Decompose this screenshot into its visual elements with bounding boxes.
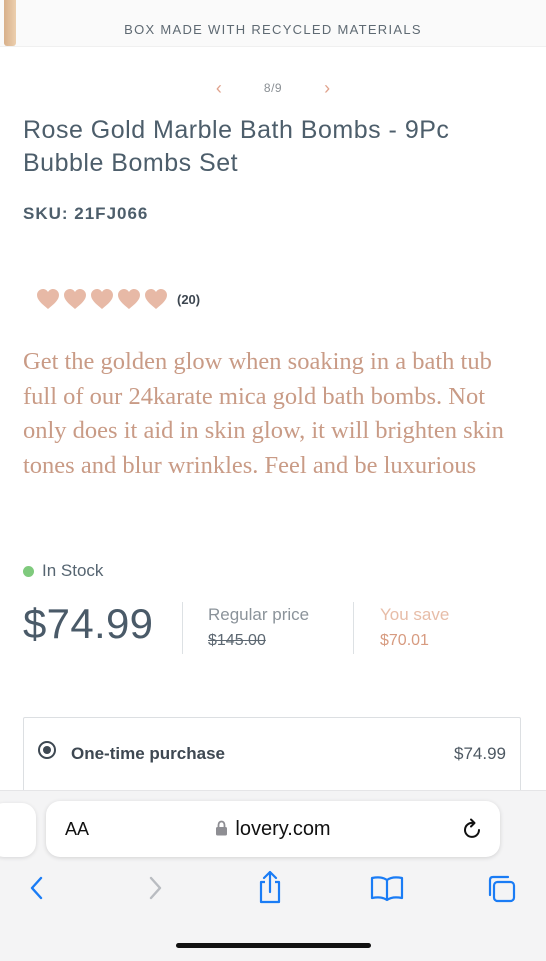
product-sku: SKU: 21FJ066 bbox=[23, 204, 149, 223]
bookmarks-icon[interactable] bbox=[369, 874, 405, 902]
price-divider bbox=[182, 602, 183, 654]
regular-price: $145.00 bbox=[208, 632, 266, 649]
heart-icon bbox=[37, 289, 59, 309]
chevron-right-icon[interactable]: › bbox=[324, 78, 330, 99]
image-pager: ‹ 8/9 › bbox=[0, 76, 546, 100]
reload-icon[interactable] bbox=[462, 817, 484, 841]
lock-icon bbox=[216, 820, 228, 836]
purchase-option-label: One-time purchase bbox=[71, 744, 225, 763]
heart-icon bbox=[145, 289, 167, 309]
you-save-value: $70.01 bbox=[380, 632, 429, 649]
url-display[interactable]: lovery.com bbox=[46, 818, 500, 841]
top-banner-strip: BOX MADE WITH RECYCLED MATERIALS bbox=[0, 0, 546, 47]
tabs-icon[interactable] bbox=[486, 874, 518, 904]
purchase-option-price: $74.99 bbox=[454, 744, 506, 763]
image-counter: 8/9 bbox=[263, 81, 283, 95]
domain-text: lovery.com bbox=[235, 818, 331, 840]
chevron-left-icon[interactable]: ‹ bbox=[216, 78, 222, 99]
rating[interactable]: (20) bbox=[36, 288, 200, 310]
share-icon[interactable] bbox=[256, 870, 284, 904]
price-divider bbox=[353, 602, 354, 654]
forward-icon[interactable] bbox=[144, 874, 166, 902]
previous-tab-preview[interactable] bbox=[0, 803, 36, 857]
home-indicator[interactable] bbox=[176, 943, 371, 948]
product-description: Get the golden glow when soaking in a ba… bbox=[23, 348, 504, 479]
stock-status: In Stock bbox=[23, 561, 103, 581]
you-save-label: You save bbox=[380, 605, 450, 624]
product-title: Rose Gold Marble Bath Bombs - 9Pc Bubble… bbox=[23, 116, 450, 177]
heart-icon bbox=[64, 289, 86, 309]
banner-text: BOX MADE WITH RECYCLED MATERIALS bbox=[124, 22, 422, 37]
address-bar[interactable]: AA lovery.com bbox=[46, 801, 500, 857]
regular-price-label: Regular price bbox=[208, 605, 310, 624]
radio-button-selected[interactable] bbox=[38, 741, 56, 759]
back-icon[interactable] bbox=[26, 874, 48, 902]
heart-icon bbox=[91, 289, 113, 309]
stock-label: In Stock bbox=[42, 561, 104, 580]
review-count[interactable]: (20) bbox=[177, 292, 200, 307]
in-stock-dot-icon bbox=[23, 565, 34, 577]
heart-icon bbox=[118, 289, 140, 309]
sale-price: $74.99 bbox=[23, 600, 154, 647]
